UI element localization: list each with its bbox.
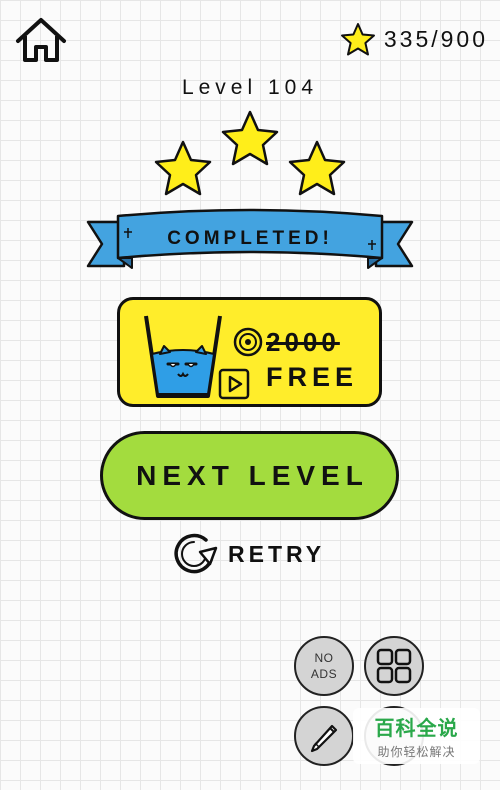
no-ads-line1: NO — [314, 651, 334, 665]
level-select-button[interactable] — [364, 636, 424, 696]
star-counter: 335/900 — [340, 22, 488, 57]
completed-label: COMPLETED! — [167, 228, 333, 249]
retry-button[interactable]: RETRY — [170, 530, 325, 578]
home-icon — [16, 18, 66, 62]
watermark-title: 百科全说 — [374, 718, 459, 740]
no-ads-button[interactable]: NO ADS — [294, 636, 354, 696]
star-count-text: 335/900 — [383, 26, 488, 52]
star-center-icon — [221, 110, 279, 166]
earned-stars — [154, 110, 346, 196]
coin-icon — [233, 327, 263, 357]
level-title: Level 104 — [181, 76, 319, 99]
free-label: FREE — [265, 362, 358, 392]
retry-label: RETRY — [228, 540, 326, 567]
original-price: 2000 — [232, 326, 340, 358]
grid-icon — [376, 648, 412, 684]
star-left-icon — [154, 140, 212, 196]
next-level-button[interactable]: NEXT LEVEL — [100, 431, 399, 520]
cup-character-icon — [144, 315, 222, 398]
no-ads-line2: ADS — [310, 667, 338, 681]
next-level-label: NEXT LEVEL — [136, 459, 369, 491]
edit-button[interactable] — [294, 706, 354, 766]
free-coins-button[interactable]: 2000 FREE — [117, 297, 382, 407]
pencil-icon — [310, 724, 338, 753]
price-text: 2000 — [266, 326, 340, 357]
watermark: 百科全说 助你轻松解决 — [353, 708, 480, 764]
star-icon — [340, 23, 375, 56]
retry-icon — [174, 533, 218, 574]
star-right-icon — [288, 140, 346, 196]
watermark-subtitle: 助你轻松解决 — [377, 745, 456, 759]
home-button[interactable] — [12, 14, 70, 66]
